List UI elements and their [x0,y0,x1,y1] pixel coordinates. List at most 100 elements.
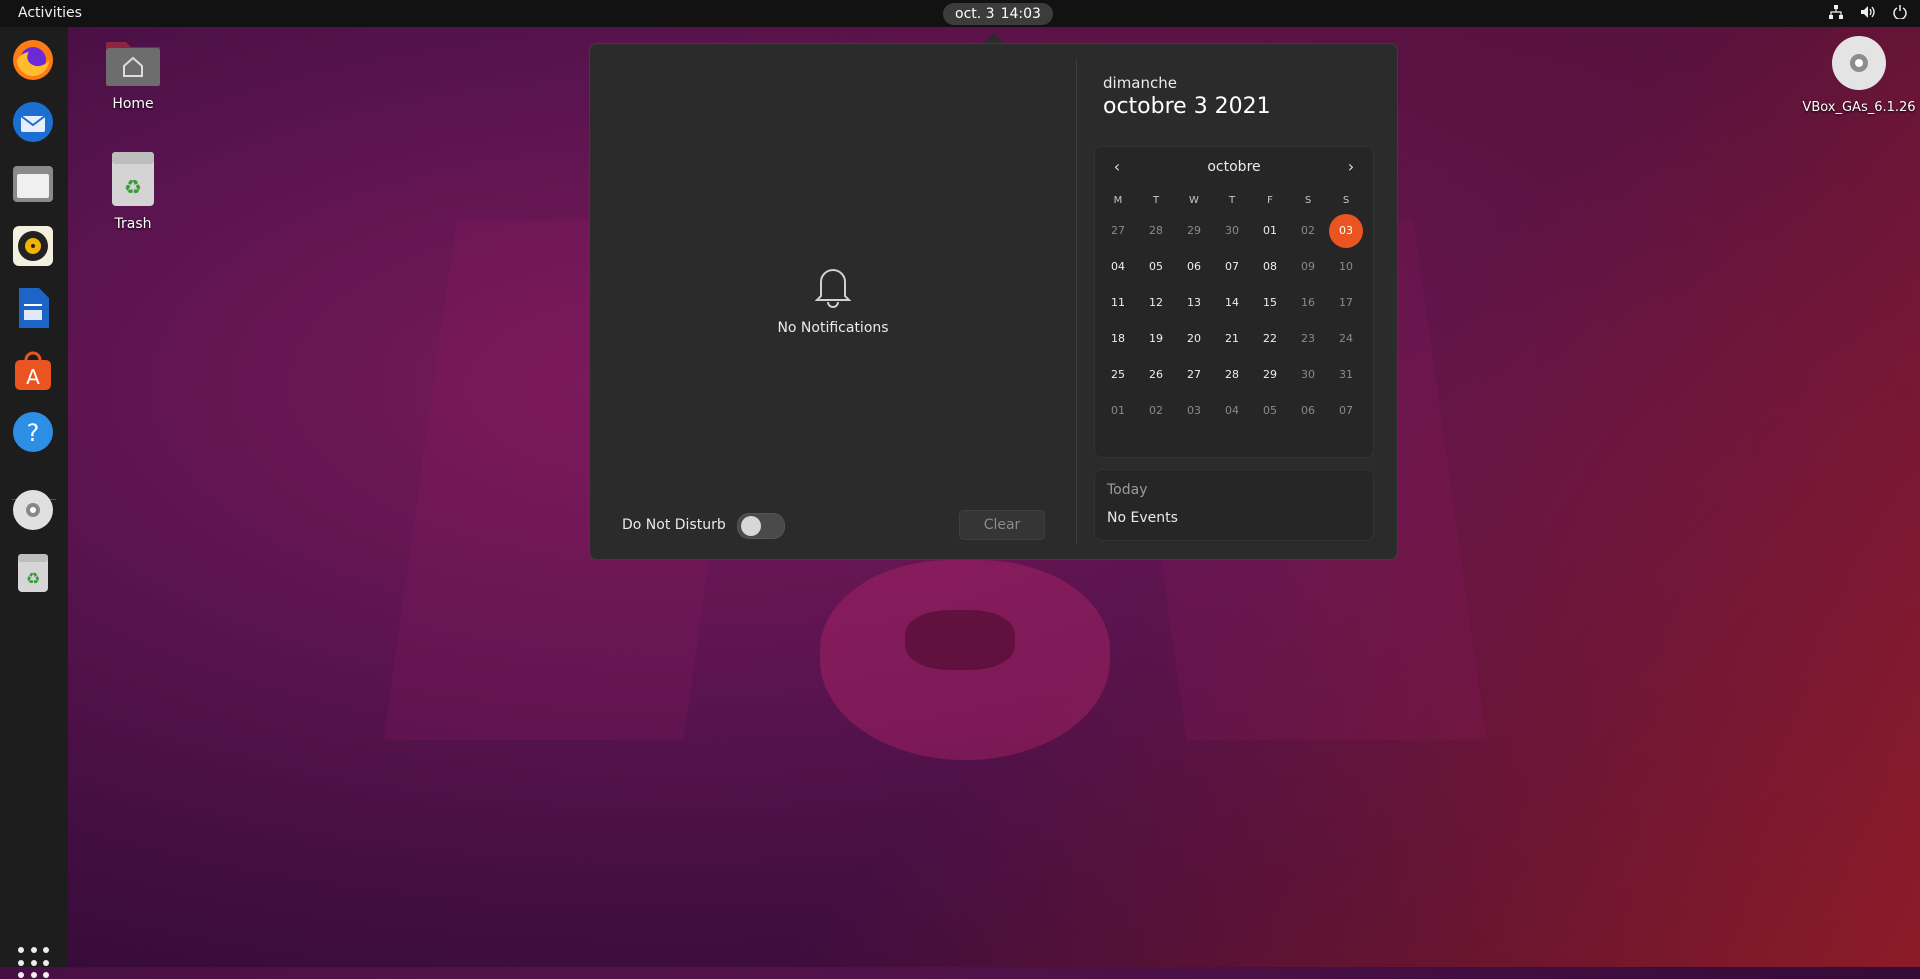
calendar-day[interactable]: 11 [1101,286,1135,320]
calendar-day[interactable]: 03 [1177,394,1211,428]
desktop-trash[interactable]: ♻ Trash [78,150,188,232]
wallpaper-mascot-nose [905,610,1015,670]
calendar-day[interactable]: 20 [1177,322,1211,356]
calendar-day[interactable]: 06 [1177,250,1211,284]
desktop-home-label: Home [112,96,154,112]
weekday-label: F [1267,195,1273,206]
full-date[interactable]: octobre 3 2021 [1103,94,1271,119]
calendar-day[interactable]: 19 [1139,322,1173,356]
dock: A ? ♻ [0,27,68,979]
calendar-day[interactable]: 01 [1101,394,1135,428]
events-section[interactable]: Today No Events [1094,469,1374,541]
calendar-day[interactable]: 17 [1329,286,1363,320]
do-not-disturb-toggle[interactable] [737,513,785,539]
calendar-day[interactable]: 29 [1253,358,1287,392]
date-menu-popup: No Notifications Do Not Disturb Clear di… [589,43,1398,560]
calendar-day[interactable]: 21 [1215,322,1249,356]
svg-text:A: A [26,365,40,389]
calendar-day[interactable]: 23 [1291,322,1325,356]
top-bar: Activities oct. 3 14:03 [0,0,1920,27]
calendar-day[interactable]: 27 [1177,358,1211,392]
desktop-vbox-disc[interactable]: VBox_GAs_6.1.26 [1797,34,1920,115]
desktop-vbox-label: VBox_GAs_6.1.26 [1802,100,1916,115]
calendar-day[interactable]: 22 [1253,322,1287,356]
calendar-day[interactable]: 26 [1139,358,1173,392]
weekday-label: W [1189,195,1199,206]
home-folder-icon [106,42,160,86]
toggle-knob [741,516,761,536]
svg-text:♻: ♻ [26,569,40,588]
calendar-day[interactable]: 16 [1291,286,1325,320]
no-notifications-text: No Notifications [777,320,889,336]
calendar-day[interactable]: 25 [1101,358,1135,392]
clock-time: 14:03 [1000,6,1041,22]
calendar-day[interactable]: 14 [1215,286,1249,320]
clear-button[interactable]: Clear [959,510,1045,540]
calendar-day[interactable]: 27 [1101,214,1135,248]
notification-placeholder: No Notifications [590,264,1076,336]
desktop-home[interactable]: Home [78,36,188,112]
trash-icon[interactable]: ♻ [10,549,56,595]
activities-button[interactable]: Activities [18,5,82,21]
rhythmbox-icon[interactable] [10,223,56,269]
network-icon[interactable] [1828,4,1844,20]
calendar-day[interactable]: 04 [1101,250,1135,284]
volume-icon[interactable] [1860,4,1876,20]
calendar-day[interactable]: 02 [1291,214,1325,248]
calendar-day[interactable]: 28 [1215,358,1249,392]
calendar-day[interactable]: 07 [1329,394,1363,428]
calendar-day[interactable]: 29 [1177,214,1211,248]
desktop-trash-label: Trash [114,216,152,232]
calendar-month: octobre [1207,159,1261,175]
power-icon[interactable] [1892,4,1908,20]
thunderbird-icon[interactable] [10,99,56,145]
system-tray[interactable] [1828,4,1908,20]
calendar: ‹ octobre › MTWTFSS 27 28 29 30 01 02 03 04 05 06… [1094,146,1374,458]
day-name: dimanche [1103,74,1177,92]
writer-icon[interactable] [10,285,56,331]
calendar-day[interactable]: 09 [1291,250,1325,284]
popup-arrow [984,33,1004,43]
popup-separator [1076,60,1077,544]
calendar-day[interactable]: 02 [1139,394,1173,428]
bell-icon [814,269,852,308]
calendar-day[interactable]: 31 [1329,358,1363,392]
calendar-day-today[interactable]: 03 [1329,214,1363,248]
svg-text:?: ? [27,419,40,447]
firefox-icon[interactable] [10,37,56,83]
software-icon[interactable]: A [10,347,56,393]
calendar-day[interactable]: 01 [1253,214,1287,248]
calendar-day[interactable]: 10 [1329,250,1363,284]
weekday-label: T [1152,195,1160,206]
no-events-text: No Events [1107,510,1178,526]
calendar-day[interactable]: 30 [1215,214,1249,248]
weekday-label: S [1342,195,1350,206]
calendar-day[interactable]: 05 [1139,250,1173,284]
disc-icon[interactable] [10,487,56,533]
trash-icon: ♻ [112,152,154,206]
calendar-day[interactable]: 05 [1253,394,1287,428]
calendar-day[interactable]: 15 [1253,286,1287,320]
do-not-disturb-label: Do Not Disturb [622,517,726,533]
files-icon[interactable] [10,161,56,207]
calendar-day[interactable]: 04 [1215,394,1249,428]
weekday-label: M [1113,195,1123,206]
calendar-day[interactable]: 07 [1215,250,1249,284]
clock-button[interactable]: oct. 3 14:03 [943,3,1053,25]
app-grid-icon[interactable] [18,947,50,979]
weekday-label: S [1304,195,1312,206]
svg-text:♻: ♻ [124,175,142,199]
calendar-day[interactable]: 28 [1139,214,1173,248]
weekday-label: T [1228,195,1236,206]
calendar-day[interactable]: 24 [1329,322,1363,356]
calendar-day[interactable]: 12 [1139,286,1173,320]
calendar-day[interactable]: 13 [1177,286,1211,320]
calendar-day[interactable]: 06 [1291,394,1325,428]
next-month-button[interactable]: › [1341,157,1361,176]
clock-date: oct. 3 [955,6,995,22]
calendar-day[interactable]: 18 [1101,322,1135,356]
help-icon[interactable]: ? [10,409,56,455]
calendar-day[interactable]: 08 [1253,250,1287,284]
calendar-day[interactable]: 30 [1291,358,1325,392]
events-title: Today [1107,482,1148,498]
